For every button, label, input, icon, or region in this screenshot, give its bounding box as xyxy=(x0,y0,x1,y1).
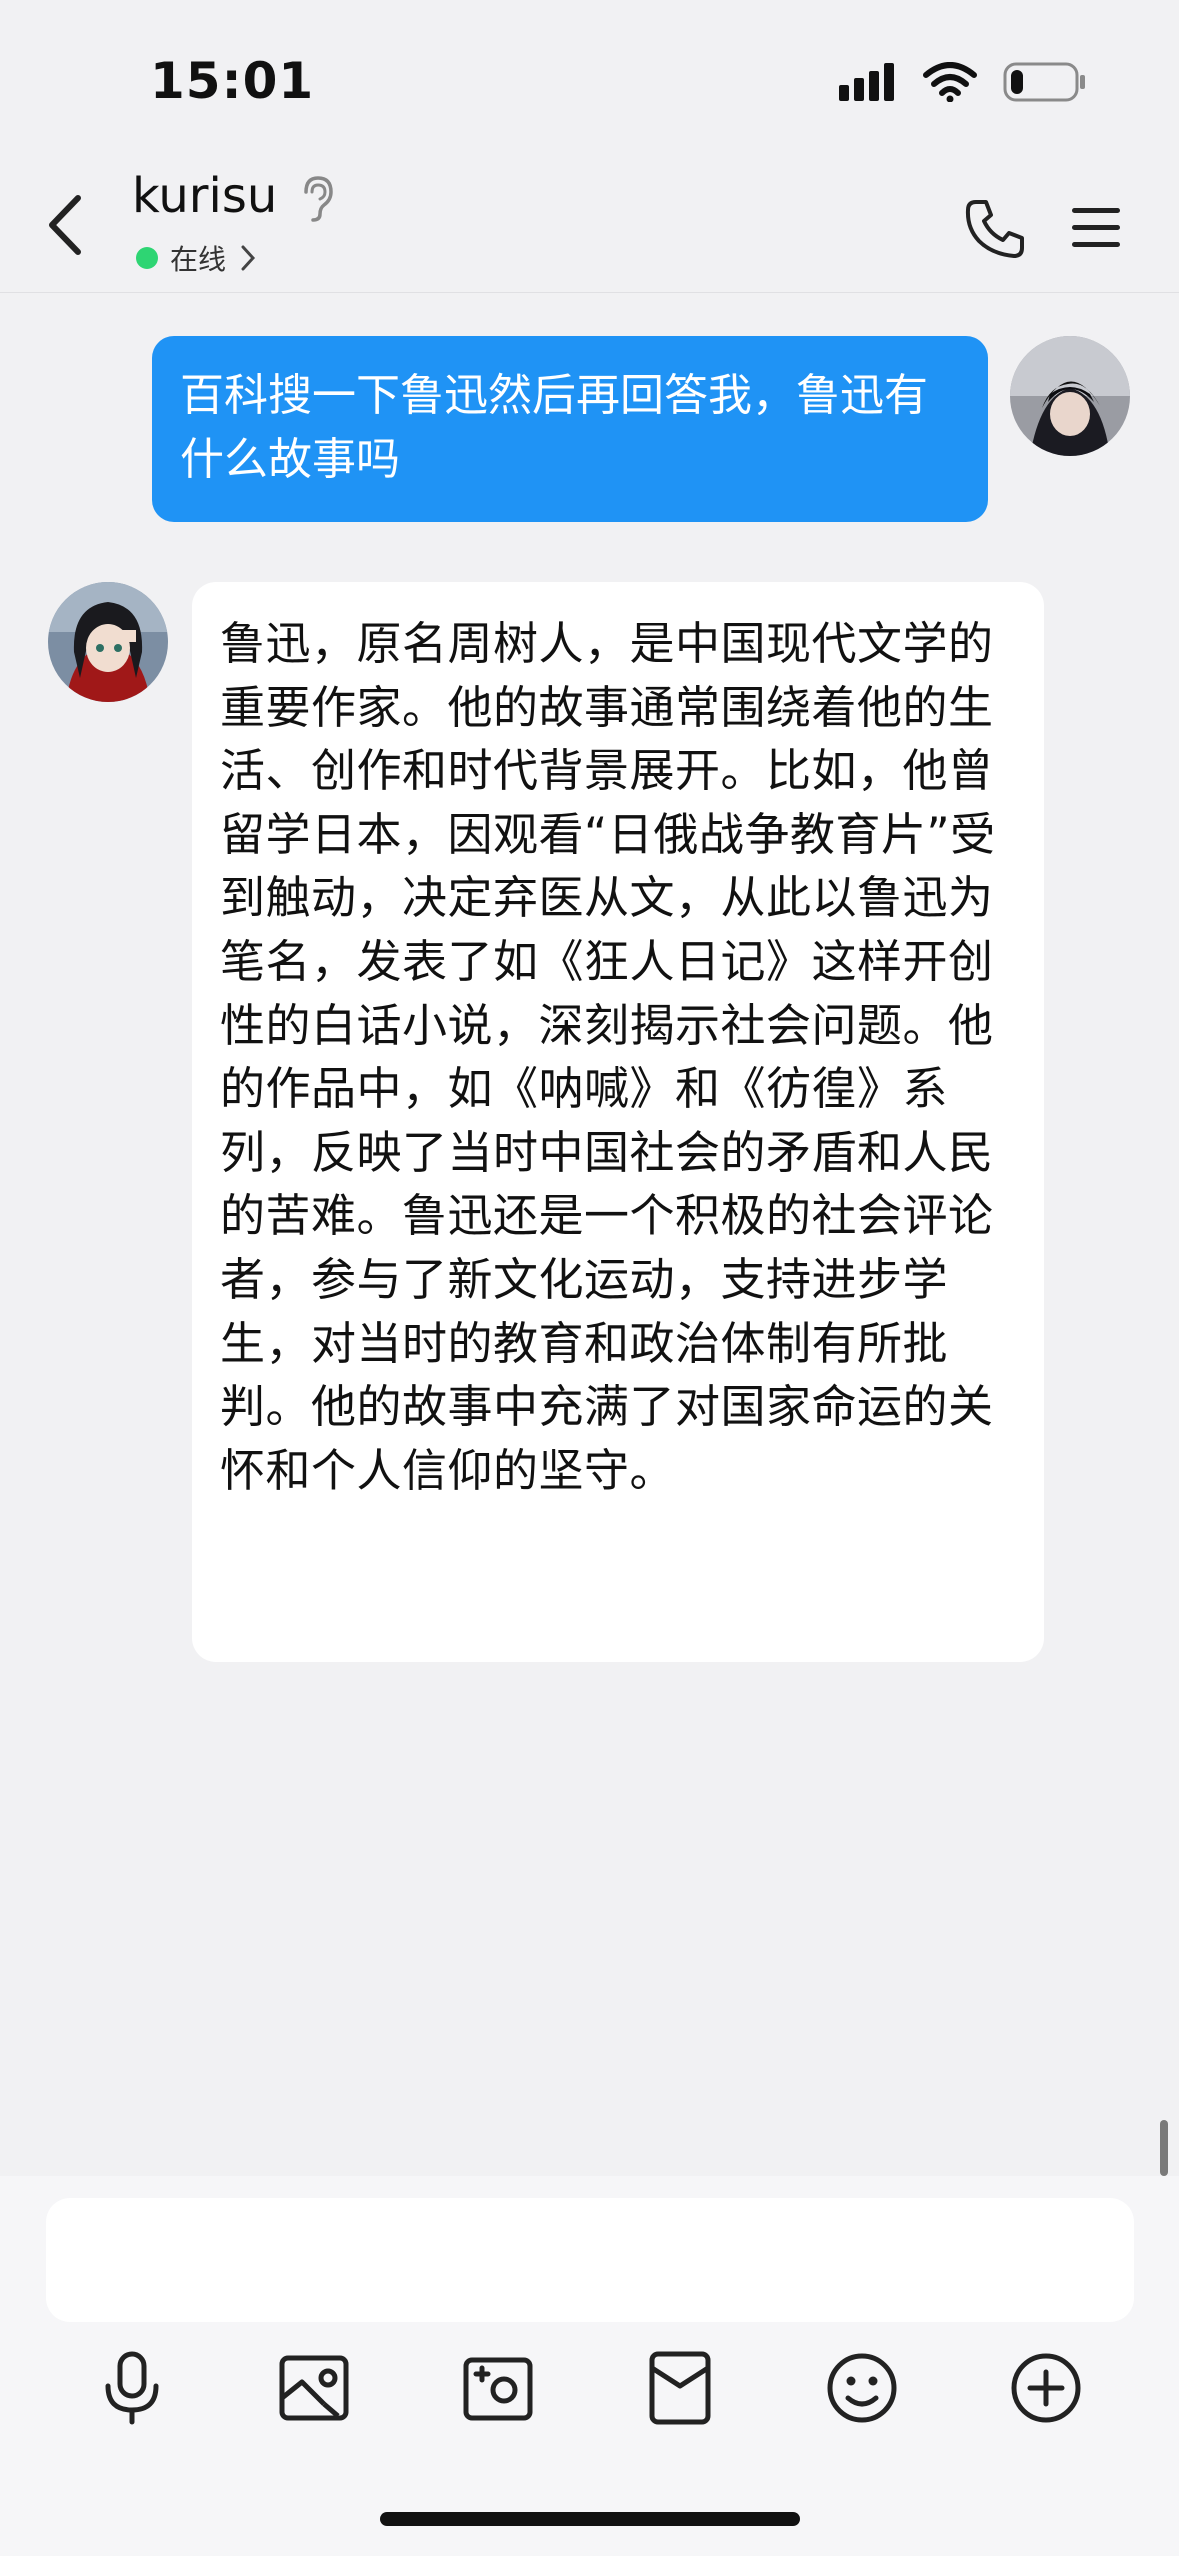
status-icons xyxy=(839,62,1087,102)
battery-icon xyxy=(1003,62,1085,102)
camera-icon[interactable] xyxy=(458,2348,538,2428)
status-bar: 15:01 xyxy=(0,0,1179,160)
chevron-right-icon xyxy=(241,245,256,271)
presence-status[interactable]: 在线 xyxy=(136,238,258,278)
back-button[interactable] xyxy=(40,190,90,260)
chat-header: kurisu 在线 xyxy=(0,160,1179,293)
ear-icon[interactable] xyxy=(298,174,338,224)
outgoing-message-bubble[interactable]: 百科搜一下鲁迅然后再回答我，鲁迅有什么故事吗 xyxy=(152,336,988,522)
red-packet-icon[interactable] xyxy=(640,2348,720,2428)
emoji-icon[interactable] xyxy=(822,2348,902,2428)
home-indicator[interactable] xyxy=(380,2512,800,2526)
presence-label: 在线 xyxy=(170,243,227,276)
menu-button[interactable] xyxy=(1070,204,1122,252)
image-icon[interactable] xyxy=(274,2348,354,2428)
online-dot xyxy=(136,247,158,269)
message-input[interactable] xyxy=(46,2198,1134,2322)
microphone-icon[interactable] xyxy=(92,2348,172,2428)
wifi-icon xyxy=(923,62,977,102)
phone-call-button[interactable] xyxy=(962,196,1028,262)
cellular-signal-icon xyxy=(839,63,894,101)
scrollbar[interactable] xyxy=(1160,2120,1168,2176)
composer-toolbar xyxy=(0,2348,1179,2448)
my-avatar[interactable] xyxy=(1010,336,1130,456)
incoming-message-bubble[interactable]: 鲁迅，原名周树人，是中国现代文学的重要作家。他的故事通常围绕着他的生活、创作和时… xyxy=(192,582,1044,1662)
contact-avatar[interactable] xyxy=(48,582,168,702)
status-time: 15:01 xyxy=(150,52,315,110)
composer-area xyxy=(0,2176,1179,2556)
plus-icon[interactable] xyxy=(1006,2348,1086,2428)
contact-name[interactable]: kurisu xyxy=(132,168,277,224)
